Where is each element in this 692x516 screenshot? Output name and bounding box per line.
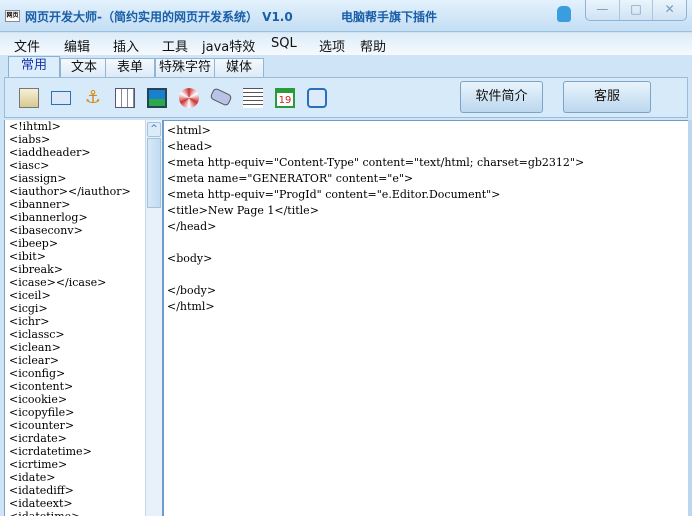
menu-file[interactable]: 文件 xyxy=(14,36,40,55)
tag-list[interactable]: <!ihtml> <iabs> <iaddheader> <iasc> <iassign… xyxy=(4,120,145,516)
window-frame xyxy=(688,120,692,516)
tag-list-item[interactable]: <icopyfile> xyxy=(5,406,145,419)
tag-list-item[interactable]: <icounter> xyxy=(5,419,145,432)
app-icon: 网页 xyxy=(5,10,20,22)
tag-list-item[interactable]: <ibeep> xyxy=(5,237,145,250)
tag-list-item[interactable]: <iauthor></iauthor> xyxy=(5,185,145,198)
tag-list-item[interactable]: <iconfig> xyxy=(5,367,145,380)
window-title: 网页开发大师-（简约实用的网页开发系统） V1.0 xyxy=(25,10,293,24)
scroll-thumb[interactable] xyxy=(147,138,161,208)
tag-list-item[interactable]: <icontent> xyxy=(5,380,145,393)
tag-list-item[interactable]: <ibreak> xyxy=(5,263,145,276)
horizontal-rule-icon[interactable] xyxy=(243,88,263,108)
html-page-icon[interactable] xyxy=(19,88,39,108)
tag-list-item[interactable]: <ichr> xyxy=(5,315,145,328)
tag-list-item[interactable]: <iaddheader> xyxy=(5,146,145,159)
maximize-button[interactable]: □ xyxy=(620,0,654,20)
toolbar: ⚓ 19 软件简介 客服 xyxy=(4,77,688,118)
editor-line: <meta name="GENERATOR" content="e"> xyxy=(167,172,414,185)
tag-list-item[interactable]: <idatediff> xyxy=(5,484,145,497)
skin-shirt-icon[interactable] xyxy=(557,6,571,22)
tag-list-item[interactable]: <iclassc> xyxy=(5,328,145,341)
tag-list-item[interactable]: <idate> xyxy=(5,471,145,484)
tag-list-item[interactable]: <icrdatetime> xyxy=(5,445,145,458)
menu-options[interactable]: 选项 xyxy=(319,36,345,55)
tag-list-item[interactable]: <iassign> xyxy=(5,172,145,185)
tag-list-item[interactable]: <iclean> xyxy=(5,341,145,354)
menu-edit[interactable]: 编辑 xyxy=(64,36,90,55)
menu-java-effects[interactable]: java特效 xyxy=(202,36,255,55)
tab-form[interactable]: 表单 xyxy=(105,58,155,78)
editor-line: <html> xyxy=(167,124,211,137)
image-icon[interactable] xyxy=(147,88,167,108)
editor-line: </body> xyxy=(167,284,217,297)
tag-list-item[interactable]: <iceil> xyxy=(5,289,145,302)
menu-help[interactable]: 帮助 xyxy=(360,36,386,55)
email-icon[interactable] xyxy=(51,91,71,105)
window-controls: — □ ✕ xyxy=(585,0,687,21)
window-subtitle: 电脑帮手旗下插件 xyxy=(341,10,438,24)
menu-bar: 文件 编辑 插入 工具 java特效 SQL 选项 帮助 xyxy=(0,33,692,55)
code-editor[interactable]: <html> <head> <meta http-equiv="Content-Ty… xyxy=(162,120,688,516)
tab-special-chars[interactable]: 特殊字符 xyxy=(155,58,215,78)
tag-list-item[interactable]: <ibannerlog> xyxy=(5,211,145,224)
calendar-icon[interactable]: 19 xyxy=(275,88,295,108)
tab-common[interactable]: 常用 xyxy=(8,56,60,78)
tab-text[interactable]: 文本 xyxy=(60,58,108,78)
software-intro-button[interactable]: 软件简介 xyxy=(460,81,543,113)
tag-list-item[interactable]: <icrdate> xyxy=(5,432,145,445)
title-bar: 网页 网页开发大师-（简约实用的网页开发系统） V1.0 电脑帮手旗下插件 — … xyxy=(0,0,692,32)
editor-line: <body> xyxy=(167,252,213,265)
editor-line: </head> xyxy=(167,220,217,233)
scroll-up-button[interactable]: ^ xyxy=(147,122,161,137)
tag-list-item[interactable]: <!ihtml> xyxy=(5,120,145,133)
tag-list-item[interactable]: <idateext> xyxy=(5,497,145,510)
editor-line: <meta http-equiv="ProgId" content="e.Edi… xyxy=(167,188,501,201)
minimize-button[interactable]: — xyxy=(586,0,620,20)
tag-list-item[interactable]: <iabs> xyxy=(5,133,145,146)
flash-icon[interactable] xyxy=(179,88,199,108)
tag-list-item[interactable]: <icgi> xyxy=(5,302,145,315)
tag-list-item[interactable]: <ibit> xyxy=(5,250,145,263)
tag-list-item[interactable]: <iasc> xyxy=(5,159,145,172)
tag-list-item[interactable]: <ibaseconv> xyxy=(5,224,145,237)
tag-list-scrollbar[interactable]: ^ xyxy=(145,120,162,516)
tab-media[interactable]: 媒体 xyxy=(214,58,264,78)
tag-list-item[interactable]: <ibanner> xyxy=(5,198,145,211)
tag-list-item[interactable]: <idatetime> xyxy=(5,510,145,516)
editor-line: <head> xyxy=(167,140,213,153)
editor-line: <meta http-equiv="Content-Type" content=… xyxy=(167,156,585,169)
tag-list-item[interactable]: <icase></icase> xyxy=(5,276,145,289)
tag-list-item[interactable]: <icrtime> xyxy=(5,458,145,471)
menu-tools[interactable]: 工具 xyxy=(162,36,188,55)
tag-list-item[interactable]: <icookie> xyxy=(5,393,145,406)
scroll-icon[interactable] xyxy=(209,87,233,107)
customer-service-button[interactable]: 客服 xyxy=(563,81,651,113)
close-button[interactable]: ✕ xyxy=(653,0,686,20)
tag-list-item[interactable]: <iclear> xyxy=(5,354,145,367)
anchor-icon[interactable]: ⚓ xyxy=(83,88,103,108)
menu-sql[interactable]: SQL xyxy=(271,36,297,51)
comment-icon[interactable] xyxy=(307,88,327,108)
table-icon[interactable] xyxy=(115,88,135,108)
menu-insert[interactable]: 插入 xyxy=(113,36,139,55)
editor-line: </html> xyxy=(167,300,215,313)
editor-line: <title>New Page 1</title> xyxy=(167,204,319,217)
